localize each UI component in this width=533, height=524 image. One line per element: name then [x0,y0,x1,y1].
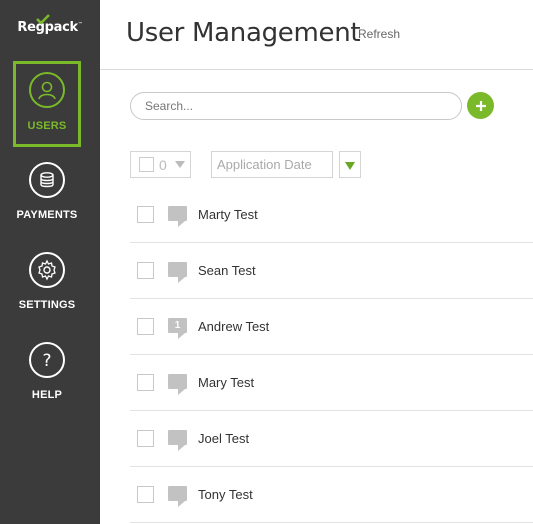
caret-down-icon [175,161,185,168]
user-row[interactable]: Mary Test [130,355,533,411]
comment-icon[interactable] [168,262,187,283]
sidebar-item-label: USERS [27,120,67,132]
add-user-button[interactable] [467,92,494,119]
triangle-down-icon [345,162,355,170]
row-checkbox[interactable] [137,486,154,503]
user-name[interactable]: Mary Test [198,375,254,390]
regpack-logo[interactable]: Regpack™ [0,14,100,35]
sidebar-item-label: HELP [31,389,63,401]
sort-direction-button[interactable] [339,151,361,178]
row-checkbox[interactable] [137,262,154,279]
sidebar-item-label: PAYMENTS [16,209,78,221]
svg-text:?: ? [42,351,51,371]
user-name[interactable]: Andrew Test [198,319,269,334]
sidebar-item-help[interactable]: ? HELP [13,333,81,419]
user-name[interactable]: Marty Test [198,207,258,222]
coins-icon [29,162,65,198]
sidebar: Regpack™ USERS PAYMENTS SETTINGS ? HELP [0,0,100,524]
trademark-mark: ™ [77,21,83,28]
sidebar-item-label: SETTINGS [18,299,76,311]
plus-icon [475,100,486,111]
row-checkbox[interactable] [137,318,154,335]
sort-field-select[interactable]: Application Date [211,151,333,178]
header-divider [100,69,533,70]
comment-icon[interactable] [168,430,187,451]
question-icon: ? [29,342,65,378]
user-row[interactable]: Marty Test [130,187,533,243]
user-list: Marty Test Sean Test 1 Andrew Test Mary … [130,187,533,523]
sidebar-item-settings[interactable]: SETTINGS [13,243,81,329]
user-name[interactable]: Joel Test [198,431,249,446]
row-checkbox[interactable] [137,430,154,447]
user-row[interactable]: 1 Andrew Test [130,299,533,355]
comment-icon[interactable] [168,374,187,395]
search-input[interactable] [130,92,462,120]
comment-icon[interactable]: 1 [168,318,187,339]
sidebar-item-payments[interactable]: PAYMENTS [13,153,81,239]
user-row[interactable]: Joel Test [130,411,533,467]
row-checkbox[interactable] [137,206,154,223]
user-row[interactable]: Sean Test [130,243,533,299]
selected-count: 0 [159,157,167,173]
page-title: User Management [126,18,361,48]
user-row[interactable]: Tony Test [130,467,533,523]
gear-icon [29,252,65,288]
comment-icon[interactable] [168,486,187,507]
select-all-checkbox[interactable] [139,157,154,172]
row-checkbox[interactable] [137,374,154,391]
user-name[interactable]: Tony Test [198,487,253,502]
sidebar-item-users[interactable]: USERS [13,61,81,147]
refresh-link[interactable]: Refresh [358,27,400,41]
checkmark-icon [36,14,50,24]
user-name[interactable]: Sean Test [198,263,256,278]
comment-icon[interactable] [168,206,187,227]
select-all-dropdown[interactable]: 0 [130,151,191,178]
user-icon [29,72,65,108]
